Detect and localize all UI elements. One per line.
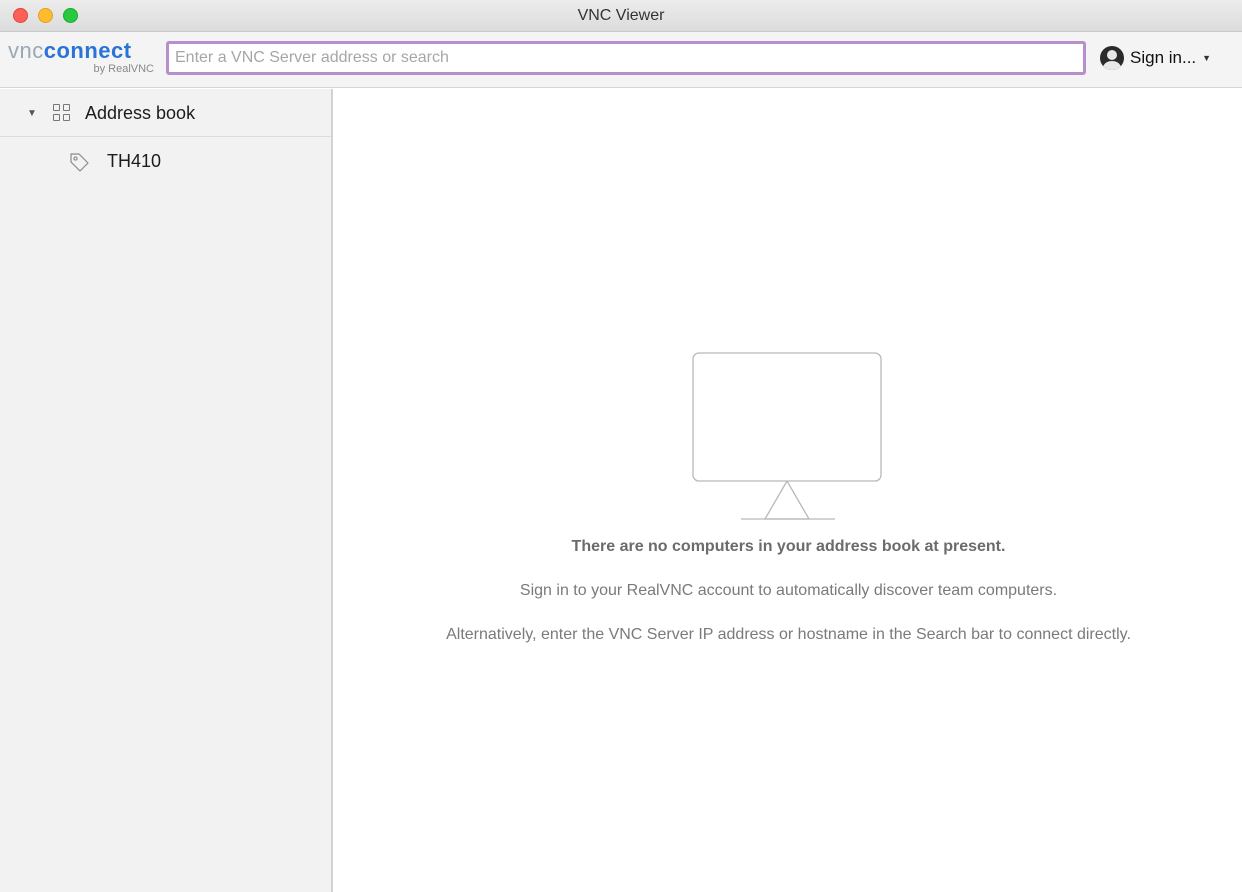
logo-word-vnc: vnc [8, 38, 44, 63]
vnc-connect-logo: vncconnect by RealVNC [8, 38, 158, 82]
search-input[interactable] [166, 41, 1086, 75]
main-panel: There are no computers in your address b… [335, 89, 1242, 892]
sidebar-item-th410[interactable]: TH410 [0, 145, 331, 179]
sidebar-item-label: TH410 [107, 151, 162, 171]
sidebar-header-label: Address book [85, 103, 196, 123]
tag-icon [70, 153, 89, 172]
sign-in-button[interactable]: Sign in... ▼ [1100, 44, 1230, 72]
user-avatar-icon [1100, 46, 1124, 70]
empty-state-title: There are no computers in your address b… [571, 538, 1006, 555]
toolbar: vncconnect by RealVNC Sign in... ▼ [0, 32, 1242, 88]
sidebar: ▼ Address book TH410 [0, 89, 333, 892]
logo-subtitle: by RealVNC [93, 63, 154, 75]
caret-down-icon: ▼ [1202, 53, 1212, 63]
empty-state-line-1: Sign in to your RealVNC account to autom… [519, 582, 1058, 599]
sidebar-item-address-book[interactable]: ▼ Address book [0, 89, 331, 137]
logo-word-connect: connect [43, 38, 132, 63]
disclosure-triangle-icon[interactable]: ▼ [27, 108, 37, 119]
window-title: VNC Viewer [577, 7, 665, 24]
logo-wordmark: vncconnect [8, 38, 132, 64]
monitor-icon [692, 352, 882, 520]
grid-icon [53, 104, 71, 122]
empty-state-line-2: Alternatively, enter the VNC Server IP a… [446, 626, 1131, 643]
sign-in-label: Sign in... [1130, 48, 1197, 67]
title-bar: VNC Viewer [0, 0, 1242, 32]
